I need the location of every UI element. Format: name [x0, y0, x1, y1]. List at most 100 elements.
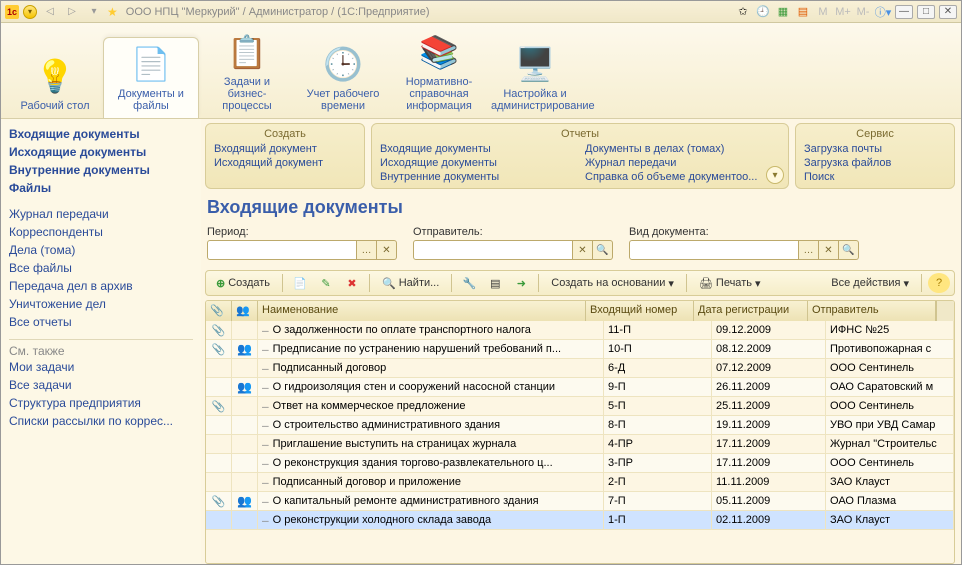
table-row[interactable]: —О строительство административного здани…: [206, 416, 954, 435]
panel-link[interactable]: Внутренние документы: [380, 170, 575, 184]
nav-link[interactable]: Исходящие документы: [9, 143, 193, 161]
doctype-search-button[interactable]: 🔍: [839, 240, 859, 260]
nav-link[interactable]: Списки рассылки по коррес...: [9, 412, 193, 430]
edit-button[interactable]: ✎: [315, 273, 337, 293]
grid-body[interactable]: 📎 —О задолженности по оплате транспортно…: [206, 321, 954, 563]
create-based-button[interactable]: Создать на основании ▾: [545, 273, 680, 293]
find-button[interactable]: 🔍Найти...: [376, 273, 445, 293]
period-ellipsis-button[interactable]: …: [357, 240, 377, 260]
minimize-button[interactable]: —: [895, 5, 913, 19]
table-row[interactable]: 👥 —О гидроизоляция стен и сооружений нас…: [206, 378, 954, 397]
nav-link[interactable]: Журнал передачи: [9, 205, 193, 223]
section-tab[interactable]: 🖥️Настройка и администрирование: [487, 38, 583, 118]
tree-toggle-icon[interactable]: —: [262, 514, 269, 527]
col-users-icon[interactable]: 👥: [232, 301, 258, 321]
tree-toggle-icon[interactable]: —: [262, 324, 269, 337]
section-tab[interactable]: 📚Нормативно-справочная информация: [391, 26, 487, 118]
section-tab[interactable]: 🕒Учет рабочего времени: [295, 38, 391, 118]
close-button[interactable]: ✕: [939, 5, 957, 19]
nav-link[interactable]: Все отчеты: [9, 313, 193, 331]
section-tab[interactable]: 💡Рабочий стол: [7, 50, 103, 118]
tree-toggle-icon[interactable]: —: [262, 362, 269, 375]
panel-link[interactable]: Исходящий документ: [214, 156, 356, 170]
copy-button[interactable]: 📄: [289, 273, 311, 293]
section-tab[interactable]: 📋Задачи и бизнес-процессы: [199, 26, 295, 118]
sender-input[interactable]: [413, 240, 573, 260]
print-button[interactable]: 🖨Печать ▾: [693, 273, 767, 293]
nav-link[interactable]: Уничтожение дел: [9, 295, 193, 313]
table-row[interactable]: —Подписанный договор 6-Д 07.12.2009 ООО …: [206, 359, 954, 378]
doctype-input[interactable]: [629, 240, 799, 260]
tree-toggle-icon[interactable]: —: [262, 476, 269, 489]
panel-link[interactable]: Загрузка почты: [804, 142, 946, 156]
sender-clear-button[interactable]: ✕: [573, 240, 593, 260]
nav-dropdown-button[interactable]: ▾: [85, 4, 103, 20]
panel-link[interactable]: Журнал передачи: [585, 156, 780, 170]
tree-toggle-icon[interactable]: —: [262, 419, 269, 432]
table-row[interactable]: —О реконструкции холодного склада завода…: [206, 511, 954, 530]
nav-link[interactable]: Мои задачи: [9, 358, 193, 376]
help-button[interactable]: ?: [928, 273, 950, 293]
nav-link[interactable]: Корреспонденты: [9, 223, 193, 241]
col-name[interactable]: Наименование: [258, 301, 586, 321]
nav-link[interactable]: Передача дел в архив: [9, 277, 193, 295]
table-row[interactable]: —О реконструкция здания торгово-развлека…: [206, 454, 954, 473]
nav-forward-button[interactable]: ▷: [63, 4, 81, 20]
nav-back-button[interactable]: ◁: [41, 4, 59, 20]
calendar-icon[interactable]: ▤: [795, 4, 811, 20]
nav-link[interactable]: Файлы: [9, 179, 193, 197]
panel-link[interactable]: Справка об объеме документоо...: [585, 170, 780, 184]
all-actions-button[interactable]: Все действия ▾: [825, 273, 915, 293]
tree-toggle-icon[interactable]: —: [262, 457, 269, 470]
nav-link[interactable]: Дела (тома): [9, 241, 193, 259]
table-row[interactable]: 📎 👥 —О капитальный ремонте административ…: [206, 492, 954, 511]
star-add-icon[interactable]: ✩: [735, 4, 751, 20]
nav-link[interactable]: Входящие документы: [9, 125, 193, 143]
period-clear-button[interactable]: ✕: [377, 240, 397, 260]
create-button[interactable]: ⊕Создать: [210, 273, 276, 293]
maximize-button[interactable]: □: [917, 5, 935, 19]
nav-link[interactable]: Все задачи: [9, 376, 193, 394]
col-attachment-icon[interactable]: 📎: [206, 301, 232, 321]
m-plus-icon[interactable]: M+: [835, 4, 851, 20]
m-icon[interactable]: M: [815, 4, 831, 20]
panel-link[interactable]: Документы в делах (томах): [585, 142, 780, 156]
tree-toggle-icon[interactable]: —: [262, 381, 269, 394]
doctype-ellipsis-button[interactable]: …: [799, 240, 819, 260]
nav-link[interactable]: Все файлы: [9, 259, 193, 277]
col-number[interactable]: Входящий номер: [586, 301, 694, 321]
delete-button[interactable]: ✖: [341, 273, 363, 293]
col-date[interactable]: Дата регистрации: [694, 301, 808, 321]
period-input[interactable]: [207, 240, 357, 260]
section-tab[interactable]: 📄Документы и файлы: [103, 37, 199, 118]
export-button[interactable]: ➜: [510, 273, 532, 293]
tree-toggle-icon[interactable]: —: [262, 343, 269, 356]
tree-toggle-icon[interactable]: —: [262, 438, 269, 451]
list-button[interactable]: ▤: [484, 273, 506, 293]
panel-link[interactable]: Входящие документы: [380, 142, 575, 156]
nav-link[interactable]: Структура предприятия: [9, 394, 193, 412]
panel-link[interactable]: Входящий документ: [214, 142, 356, 156]
sender-search-button[interactable]: 🔍: [593, 240, 613, 260]
nav-link[interactable]: Внутренние документы: [9, 161, 193, 179]
doctype-clear-button[interactable]: ✕: [819, 240, 839, 260]
table-row[interactable]: 📎 —Ответ на коммерческое предложение 5-П…: [206, 397, 954, 416]
panel-link[interactable]: Исходящие документы: [380, 156, 575, 170]
m-minus-icon[interactable]: M-: [855, 4, 871, 20]
wrench-button[interactable]: 🔧: [458, 273, 480, 293]
history-icon[interactable]: 🕘: [755, 4, 771, 20]
panel-link[interactable]: Загрузка файлов: [804, 156, 946, 170]
info-icon[interactable]: ⓘ▾: [875, 4, 891, 20]
col-sender[interactable]: Отправитель: [808, 301, 936, 321]
favorite-icon[interactable]: ★: [107, 5, 118, 19]
panel-link[interactable]: Поиск: [804, 170, 946, 184]
table-row[interactable]: 📎 👥 —Предписание по устранению нарушений…: [206, 340, 954, 359]
tree-toggle-icon[interactable]: —: [262, 400, 269, 413]
expand-reports-button[interactable]: ▾: [766, 166, 784, 184]
table-row[interactable]: —Приглашение выступить на страницах журн…: [206, 435, 954, 454]
tree-toggle-icon[interactable]: —: [262, 495, 269, 508]
table-row[interactable]: —Подписанный договор и приложение 2-П 11…: [206, 473, 954, 492]
table-row[interactable]: 📎 —О задолженности по оплате транспортно…: [206, 321, 954, 340]
app-dropdown-icon[interactable]: ▾: [23, 5, 37, 19]
calc-icon[interactable]: ▦: [775, 4, 791, 20]
